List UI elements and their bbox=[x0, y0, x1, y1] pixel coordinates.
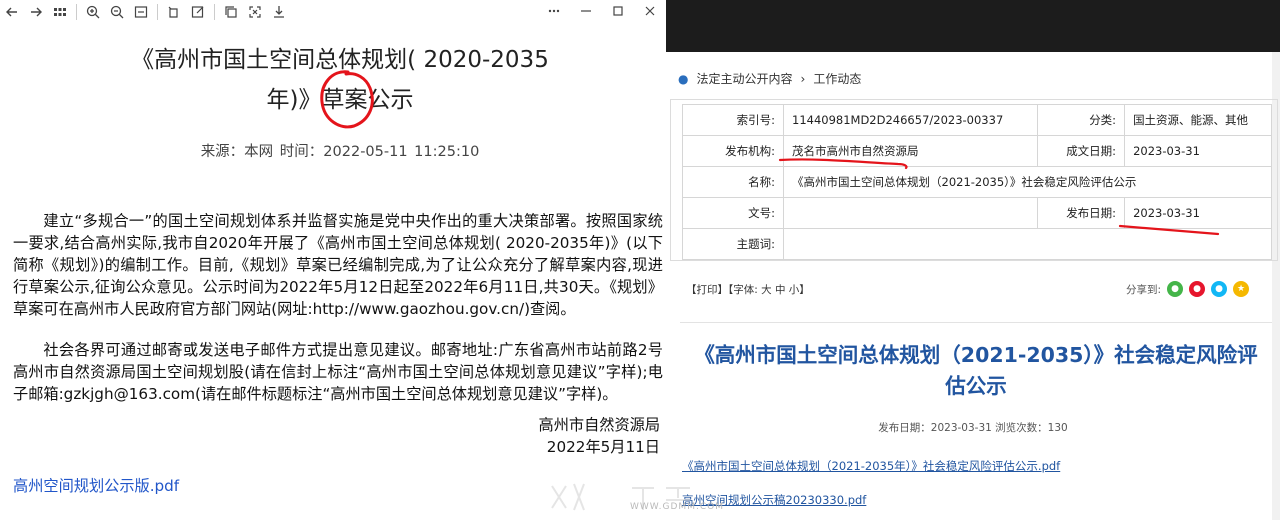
breadcrumb-item[interactable]: 工作动态 bbox=[813, 70, 861, 87]
chevron-right-icon: › bbox=[800, 71, 806, 86]
signature-block: 高州市自然资源局 2022年5月11日 bbox=[539, 414, 661, 458]
share-label: 分享到: bbox=[1126, 283, 1162, 296]
info-table: 索引号: 11440981MD2D246657/2023-00337 分类: 国… bbox=[682, 104, 1272, 260]
header-banner bbox=[666, 0, 1280, 52]
body-paragraph: 建立“多规合一”的国土空间规划体系并监督实施是党中央作出的重大决策部署。按照国家… bbox=[13, 212, 663, 318]
weibo-icon[interactable]: ● bbox=[1189, 281, 1206, 297]
document-body: 建立“多规合一”的国土空间规划体系并监督实施是党中央作出的重大决策部署。按照国家… bbox=[13, 210, 663, 424]
article-title: 《高州市国土空间总体规划（2021-2035）》社会稳定风险评估公示 bbox=[694, 343, 1258, 398]
title-line-2: 年)》草案公示 bbox=[266, 87, 414, 113]
close-icon[interactable] bbox=[634, 0, 666, 22]
name-label: 名称: bbox=[682, 166, 784, 198]
signature-date: 2022年5月11日 bbox=[546, 438, 660, 456]
download-icon[interactable] bbox=[267, 1, 291, 23]
rotate-icon[interactable] bbox=[162, 1, 186, 23]
grid-view-icon[interactable] bbox=[48, 1, 72, 23]
qq-icon[interactable]: ● bbox=[1211, 281, 1228, 297]
watermark-text: WWW.GDMM.COM bbox=[630, 502, 724, 512]
signature-org: 高州市自然资源局 bbox=[538, 416, 661, 434]
divider bbox=[680, 322, 1272, 323]
created-label: 成文日期: bbox=[1037, 135, 1126, 167]
fit-page-icon[interactable] bbox=[129, 1, 153, 23]
docno-value bbox=[782, 197, 1039, 229]
index-value: 11440981MD2D246657/2023-00337 bbox=[782, 104, 1039, 136]
name-value: 《高州市国土空间总体规划（2021-2035）》社会稳定风险评估公示 bbox=[783, 166, 1272, 198]
index-label: 索引号: bbox=[682, 104, 784, 136]
breadcrumb-item[interactable]: 法定主动公开内容 bbox=[696, 70, 792, 87]
copy-icon[interactable] bbox=[219, 1, 243, 23]
title-line-1: 《高州市国土空间总体规划( 2020-2035 bbox=[131, 47, 549, 73]
right-webpage-pane: ● 法定主动公开内容 › 工作动态 索引号: 11440981MD2D24665… bbox=[666, 0, 1280, 520]
published-label: 发布日期: bbox=[1037, 197, 1126, 229]
table-row: 名称: 《高州市国土空间总体规划（2021-2035）》社会稳定风险评估公示 bbox=[682, 166, 1272, 198]
print-font-tools[interactable]: 【打印】【字体: 大 中 小】 bbox=[686, 282, 810, 297]
publish-info: 发布日期：2023-03-31 浏览次数：130 bbox=[878, 422, 1068, 434]
org-label: 发布机构: bbox=[682, 135, 784, 167]
qzone-icon[interactable]: ★ bbox=[1233, 281, 1250, 297]
attachment-link[interactable]: 高州空间规划公示版.pdf bbox=[13, 474, 179, 496]
created-value: 2023-03-31 bbox=[1124, 135, 1272, 167]
zoom-in-icon[interactable] bbox=[81, 1, 105, 23]
table-row: 发布机构: 茂名市高州市自然资源局 成文日期: 2023-03-31 bbox=[682, 135, 1272, 167]
toolbar-divider bbox=[76, 4, 77, 20]
left-document-pane: 《高州市国土空间总体规划( 2020-2035 年)》草案公示 来源：本网 时间… bbox=[0, 0, 666, 520]
docno-label: 文号: bbox=[682, 197, 784, 229]
published-value: 2023-03-31 bbox=[1124, 197, 1272, 229]
category-value: 国土资源、能源、其他 bbox=[1124, 104, 1272, 136]
viewer-toolbar bbox=[0, 0, 666, 24]
zoom-out-icon[interactable] bbox=[105, 1, 129, 23]
share-bar: 分享到: ● ● ● ★ bbox=[1126, 281, 1250, 297]
org-value: 茂名市高州市自然资源局 bbox=[782, 135, 1039, 167]
more-icon[interactable] bbox=[538, 0, 570, 22]
attachment-link[interactable]: 《高州市国土空间总体规划（2021-2035年）》社会稳定风险评估公示.pdf bbox=[682, 458, 1060, 474]
table-row: 主题词: bbox=[682, 228, 1272, 260]
window-controls bbox=[538, 0, 666, 22]
subject-value bbox=[783, 228, 1272, 260]
location-pin-icon: ● bbox=[678, 71, 689, 86]
document-title: 《高州市国土空间总体规划( 2020-2035 年)》草案公示 bbox=[60, 40, 620, 120]
back-arrow-icon[interactable] bbox=[0, 1, 24, 23]
edit-icon[interactable] bbox=[186, 1, 210, 23]
table-row: 文号: 发布日期: 2023-03-31 bbox=[682, 197, 1272, 229]
category-label: 分类: bbox=[1037, 104, 1126, 136]
toolbar-divider bbox=[214, 4, 215, 20]
minimize-icon[interactable] bbox=[570, 0, 602, 22]
maximize-icon[interactable] bbox=[602, 0, 634, 22]
breadcrumb: ● 法定主动公开内容 › 工作动态 bbox=[678, 70, 861, 87]
subject-label: 主题词: bbox=[682, 228, 784, 260]
document-meta: 来源：本网 时间：2022-05-11 11:25:10 bbox=[200, 144, 480, 160]
forward-arrow-icon[interactable] bbox=[24, 1, 48, 23]
toolbar-divider bbox=[157, 4, 158, 20]
wechat-icon[interactable]: ● bbox=[1167, 281, 1184, 297]
body-paragraph: 社会各界可通过邮寄或发送电子邮件方式提出意见建议。邮寄地址:广东省高州市站前路2… bbox=[13, 341, 663, 403]
screenshot-icon[interactable] bbox=[243, 1, 267, 23]
table-row: 索引号: 11440981MD2D246657/2023-00337 分类: 国… bbox=[682, 104, 1272, 136]
